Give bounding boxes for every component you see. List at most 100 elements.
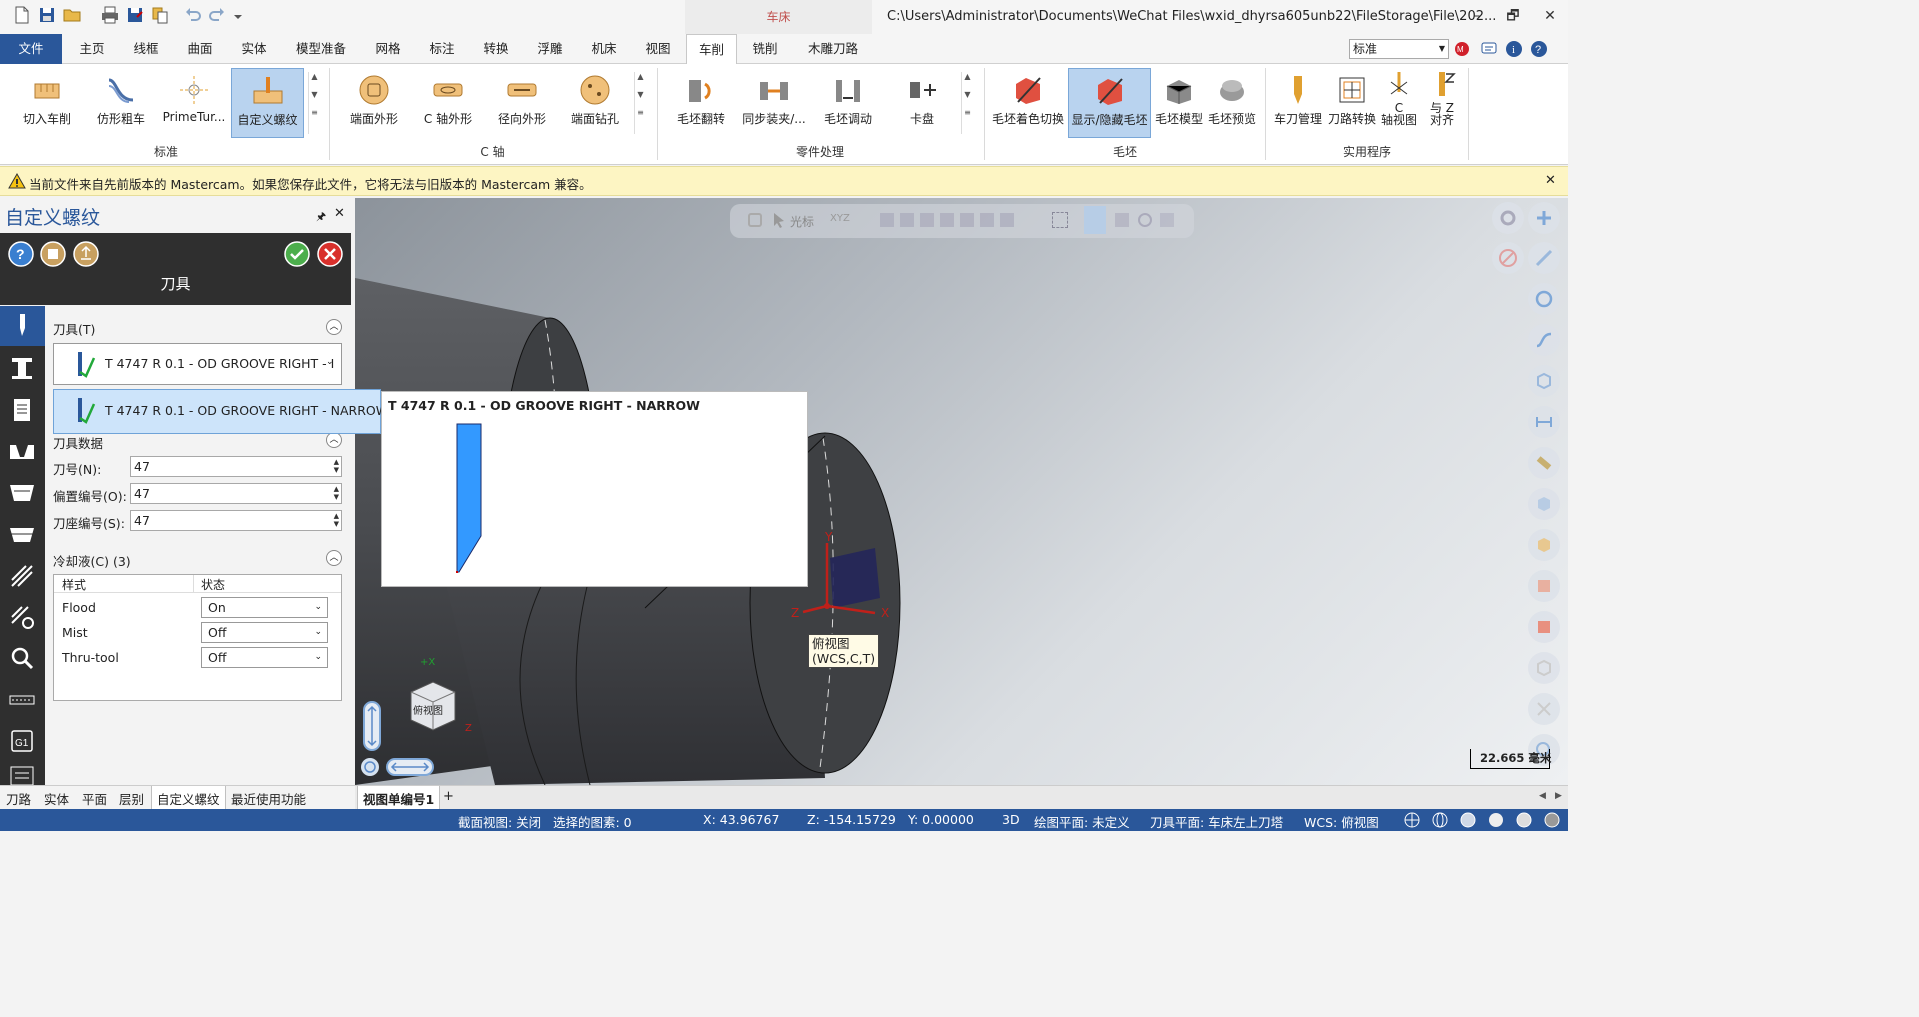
stock-shading-button[interactable]: 毛坯着色切换 <box>991 68 1065 138</box>
wire-cube-icon[interactable] <box>1528 652 1560 684</box>
tab-relief[interactable]: 浮雕 <box>528 34 572 64</box>
cross-contour-button[interactable]: 径向外形 <box>490 68 554 138</box>
c-axis-contour-button[interactable]: C 轴外形 <box>416 68 480 138</box>
select-chain-icon[interactable] <box>900 213 914 227</box>
page-nav-search-icon[interactable] <box>8 644 36 672</box>
help-icon[interactable]: ? <box>1530 40 1548 58</box>
show-hide-stock-button[interactable]: 显示/隐藏毛坯 <box>1068 68 1151 138</box>
panel-close-button[interactable]: ✕ <box>334 206 345 221</box>
curve-icon[interactable] <box>1528 324 1560 356</box>
sphere-icon[interactable] <box>1488 812 1504 828</box>
save-as-icon[interactable] <box>125 5 145 25</box>
pattern-rough-button[interactable]: 仿形粗车 <box>90 68 152 138</box>
add-viewsheet-button[interactable]: + <box>443 789 454 804</box>
primeturning-button[interactable]: PrimeTur... <box>160 68 228 138</box>
plus-icon[interactable] <box>1528 202 1560 234</box>
minimize-button[interactable]: – <box>1462 6 1492 26</box>
cube-view-icon[interactable] <box>1528 365 1560 397</box>
tab-surfaces[interactable]: 曲面 <box>178 34 222 64</box>
page-nav-gcode-icon[interactable]: G1 <box>8 727 36 755</box>
close-window-button[interactable]: ✕ <box>1535 6 1565 26</box>
chevron-up-icon[interactable]: ︿ <box>326 550 342 566</box>
tab-wireframe[interactable]: 线框 <box>124 34 168 64</box>
solid-cube-icon[interactable] <box>1528 529 1560 561</box>
tab-model-prep[interactable]: 模型准备 <box>288 34 354 64</box>
select-entity-icon[interactable] <box>880 213 894 227</box>
ruler-icon[interactable] <box>1528 447 1560 479</box>
page-nav-thread-shape-icon[interactable] <box>8 437 36 465</box>
construction-plane-status[interactable]: 绘图平面: 未定义 <box>1034 812 1130 831</box>
chat-icon[interactable] <box>1481 41 1497 57</box>
save-parameters-button[interactable] <box>40 241 66 267</box>
info-icon[interactable]: i <box>1505 40 1523 58</box>
sync-clamp-button[interactable]: 同步装夹/... <box>740 68 808 138</box>
gear-icon[interactable] <box>1138 213 1152 227</box>
mastercam-logo-icon[interactable]: M <box>1454 41 1472 57</box>
lock-icon[interactable] <box>748 213 762 227</box>
stock-shade-icon[interactable] <box>1528 570 1560 602</box>
stock-preview-button[interactable]: 毛坯预览 <box>1206 68 1258 138</box>
shaded-globe-icon[interactable] <box>1460 812 1476 828</box>
tab-custom-thread[interactable]: 自定义螺纹 <box>151 786 226 810</box>
plunge-turn-button[interactable]: 切入车削 <box>16 68 78 138</box>
chevron-up-icon[interactable]: ︿ <box>326 319 342 335</box>
mode-3d-toggle[interactable]: 3D <box>1002 812 1020 827</box>
spin-arrows-icon[interactable]: ▲ ▼ <box>334 512 339 528</box>
no-entry-icon[interactable] <box>1492 242 1524 274</box>
cursor-icon[interactable] <box>772 212 786 228</box>
spin-arrows-icon[interactable]: ▲ ▼ <box>334 458 339 474</box>
coolant-state-dropdown[interactable]: On ⌄ <box>201 597 328 618</box>
tool-combobox[interactable]: T 4747 R 0.1 - OD GROOVE RIGHT - I ⌄ <box>53 343 342 385</box>
page-nav-axis-icon[interactable] <box>8 686 36 714</box>
select-face-icon[interactable] <box>940 213 954 227</box>
open-folder-icon[interactable] <box>62 5 82 25</box>
part-handling-scroll[interactable]: ▲ ▼ ≡ <box>961 72 973 134</box>
tab-milling[interactable]: 铣削 <box>743 34 787 64</box>
help-button[interactable]: ? <box>8 241 34 267</box>
print-icon[interactable] <box>100 5 120 25</box>
coolant-section-header[interactable]: 冷却液(C) (3) <box>53 551 131 570</box>
dimension-icon[interactable] <box>1528 406 1560 438</box>
page-nav-passes-icon[interactable] <box>8 562 36 590</box>
save-icon[interactable] <box>37 5 57 25</box>
tab-levels[interactable]: 层别 <box>119 789 144 808</box>
tab-solids-manager[interactable]: 实体 <box>44 789 69 808</box>
section-view-icon[interactable] <box>1528 693 1560 725</box>
tool-plane-status[interactable]: 刀具平面: 车床左上刀塔 <box>1150 812 1283 831</box>
tab-viewsheet-1[interactable]: 视图单编号1 <box>357 786 441 810</box>
page-nav-tool[interactable] <box>0 306 45 346</box>
ok-button[interactable] <box>284 241 310 267</box>
stock-toggle-icon[interactable] <box>1528 611 1560 643</box>
coolant-state-dropdown[interactable]: Off ⌄ <box>201 647 328 668</box>
verify-select-icon[interactable] <box>1084 206 1106 234</box>
scroll-left-icon[interactable]: ◀ <box>1539 791 1546 801</box>
export-button[interactable] <box>73 241 99 267</box>
tab-recent-functions[interactable]: 最近使用功能 <box>231 789 306 808</box>
select-window-icon[interactable] <box>1000 213 1014 227</box>
qat-customize-icon[interactable] <box>232 5 244 25</box>
xyz-icon[interactable]: XYZ <box>830 213 850 224</box>
wcs-status[interactable]: WCS: 俯视图 <box>1304 812 1379 831</box>
station-number-field[interactable]: 47 ▲ ▼ <box>130 510 342 531</box>
tab-toolpaths[interactable]: 刀路 <box>6 789 31 808</box>
cancel-button[interactable] <box>317 241 343 267</box>
shaded-cube-icon[interactable] <box>1528 488 1560 520</box>
c-axis-view-button[interactable]: C 轴视图 <box>1378 68 1420 138</box>
tab-machine[interactable]: 机床 <box>582 34 626 64</box>
pin-button[interactable]: 🖈 <box>316 208 326 227</box>
stock-flip-button[interactable]: 毛坯翻转 <box>670 68 732 138</box>
globe-wire-icon[interactable] <box>1432 812 1448 828</box>
tab-view[interactable]: 视图 <box>636 34 680 64</box>
tool-section-header[interactable]: 刀具(T) <box>53 319 95 338</box>
tab-wood-toolpaths[interactable]: 木雕刀路 <box>798 34 868 64</box>
chuck-button[interactable]: 卡盘 <box>892 68 952 138</box>
cursor-mode-label[interactable]: 光标 <box>790 213 814 230</box>
select-last-icon[interactable] <box>1115 213 1129 227</box>
select-edge-icon[interactable] <box>980 213 994 227</box>
scroll-right-icon[interactable]: ▶ <box>1555 791 1562 801</box>
gear-icon[interactable] <box>1492 202 1524 234</box>
page-nav-settings-icon[interactable] <box>8 603 36 631</box>
page-nav-thread-cut-icon[interactable] <box>8 479 36 507</box>
stock-transfer-button[interactable]: 毛坯调动 <box>817 68 879 138</box>
c-axis-scroll[interactable]: ▲ ▼ ≡ <box>634 72 646 134</box>
